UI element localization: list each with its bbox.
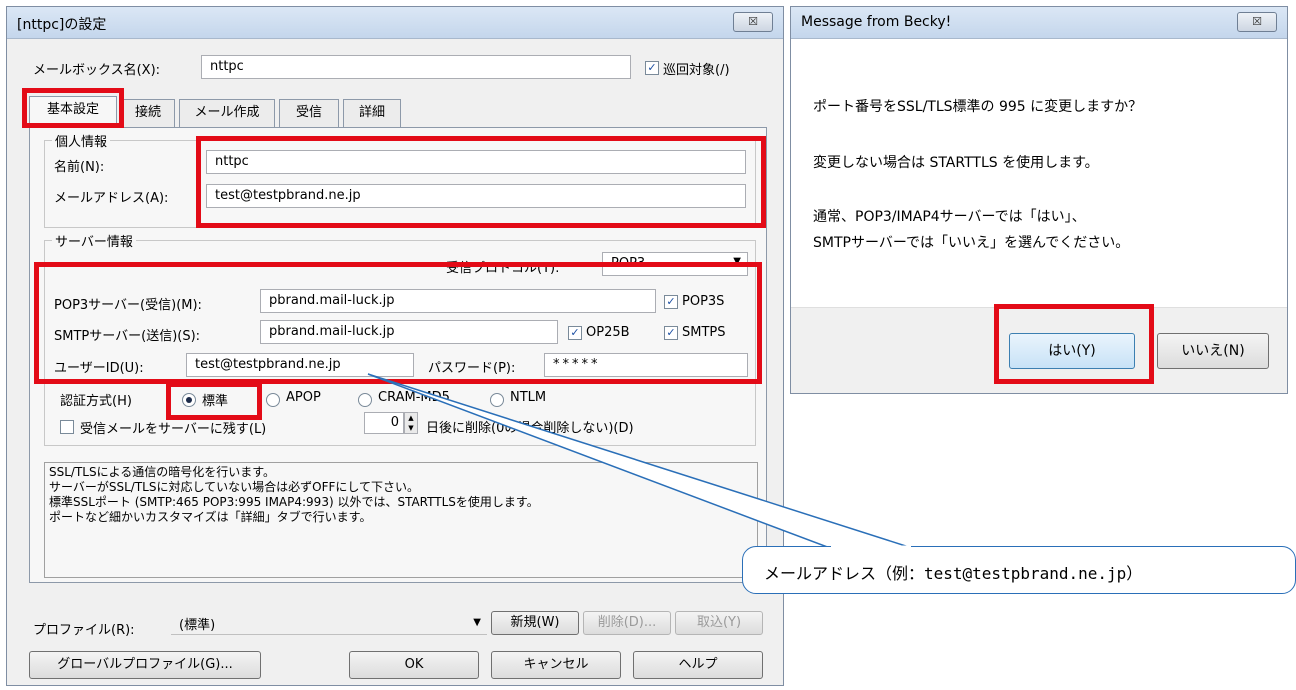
- callout-text: メールアドレス（例：test@testpbrand.ne.jp）: [764, 564, 1143, 583]
- callout-joint: [831, 545, 911, 549]
